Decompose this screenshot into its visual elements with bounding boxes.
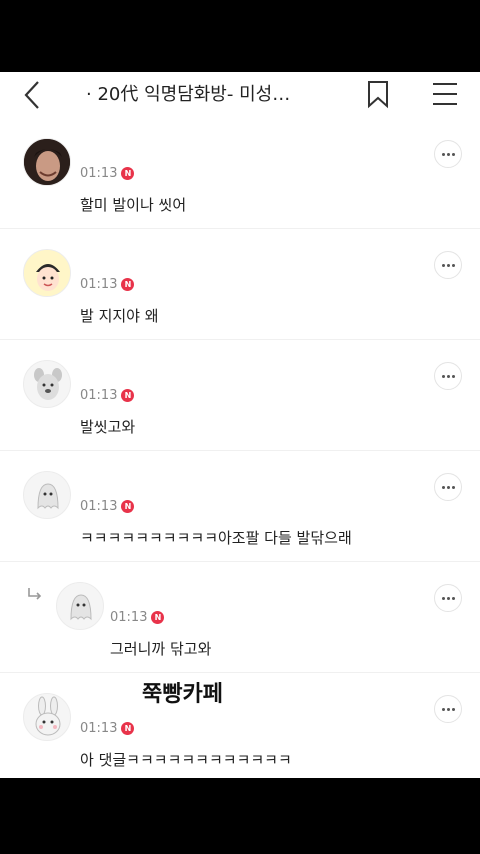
- comment-time: 01:13: [80, 499, 118, 514]
- new-badge: N: [151, 611, 165, 624]
- new-badge: N: [121, 389, 135, 402]
- new-badge: N: [121, 278, 135, 291]
- comment-meta: 01:13 N: [80, 499, 135, 514]
- dog-character-icon: [34, 368, 62, 400]
- more-options-button[interactable]: [434, 695, 462, 723]
- comment-meta: 01:13 N: [80, 388, 135, 403]
- comment-screen: · 20代 익명담화방- 미성… 01:13 N 할미 발이나 씻어 01:13…: [0, 72, 480, 778]
- bookmark-icon: [368, 81, 388, 109]
- comment-list: 01:13 N 할미 발이나 씻어 01:13 N 발 지지야 왜 01:13 …: [0, 118, 480, 778]
- more-options-button[interactable]: [434, 473, 462, 501]
- new-badge: N: [121, 722, 135, 735]
- comment-item: 01:13 N 발 지지야 왜: [0, 229, 480, 340]
- watermark-text: 쭉빵카페: [142, 682, 223, 707]
- comment-item: 01:13 N 발씻고와: [0, 340, 480, 451]
- top-bar: · 20代 익명담화방- 미성…: [0, 72, 480, 119]
- comment-time: 01:13: [80, 388, 118, 403]
- hamburger-menu-icon: [433, 83, 457, 105]
- comment-time: 01:13: [80, 277, 118, 292]
- ghost-character-avatar[interactable]: [56, 582, 104, 630]
- chevron-left-icon: [24, 81, 39, 109]
- man-photo-avatar[interactable]: [23, 138, 71, 186]
- comment-text: 발 지지야 왜: [80, 307, 159, 325]
- comment-time: 01:13: [80, 166, 118, 181]
- ghost-character-icon: [37, 483, 59, 510]
- comment-meta: 01:13 N: [80, 721, 135, 736]
- ghost-character-icon: [70, 594, 92, 621]
- reply-arrow-icon: [28, 588, 42, 600]
- new-badge: N: [121, 500, 135, 513]
- page-title: · 20代 익명담화방- 미성…: [86, 84, 291, 105]
- more-options-button[interactable]: [434, 584, 462, 612]
- comment-text: 발씻고와: [80, 418, 136, 436]
- menu-button[interactable]: [430, 80, 460, 108]
- man-photo-avatar-icon: [24, 139, 70, 185]
- back-button[interactable]: [18, 78, 50, 110]
- comment-meta: 01:13 N: [80, 166, 135, 181]
- comment-time: 01:13: [110, 610, 148, 625]
- comment-item: 01:13 N 아 댓글ㅋㅋㅋㅋㅋㅋㅋㅋㅋㅋㅋㅋ: [0, 673, 480, 778]
- more-options-button[interactable]: [434, 251, 462, 279]
- comment-item: 01:13 N 할미 발이나 씻어: [0, 118, 480, 229]
- comment-text: ㅋㅋㅋㅋㅋㅋㅋㅋㅋㅋ아조팔 다들 발닦으래: [80, 529, 352, 547]
- comment-text: 그러니까 닦고와: [110, 640, 212, 658]
- bookmark-button[interactable]: [364, 78, 392, 110]
- comment-meta: 01:13 N: [110, 610, 165, 625]
- bunny-character-avatar[interactable]: [23, 693, 71, 741]
- cartoon-boy-icon: [24, 250, 70, 296]
- more-options-button[interactable]: [434, 140, 462, 168]
- dog-character-avatar[interactable]: [23, 360, 71, 408]
- comment-text: 할미 발이나 씻어: [80, 196, 187, 214]
- more-options-button[interactable]: [434, 362, 462, 390]
- ghost-character-avatar[interactable]: [23, 471, 71, 519]
- new-badge: N: [121, 167, 135, 180]
- cartoon-boy-avatar[interactable]: [23, 249, 71, 297]
- comment-time: 01:13: [80, 721, 118, 736]
- bunny-character-icon: [35, 696, 61, 736]
- comment-item: 01:13 N ㅋㅋㅋㅋㅋㅋㅋㅋㅋㅋ아조팔 다들 발닦으래: [0, 451, 480, 562]
- reply-comment-item: 01:13 N 그러니까 닦고와: [0, 562, 480, 673]
- comment-meta: 01:13 N: [80, 277, 135, 292]
- comment-text: 아 댓글ㅋㅋㅋㅋㅋㅋㅋㅋㅋㅋㅋㅋ: [80, 751, 292, 769]
